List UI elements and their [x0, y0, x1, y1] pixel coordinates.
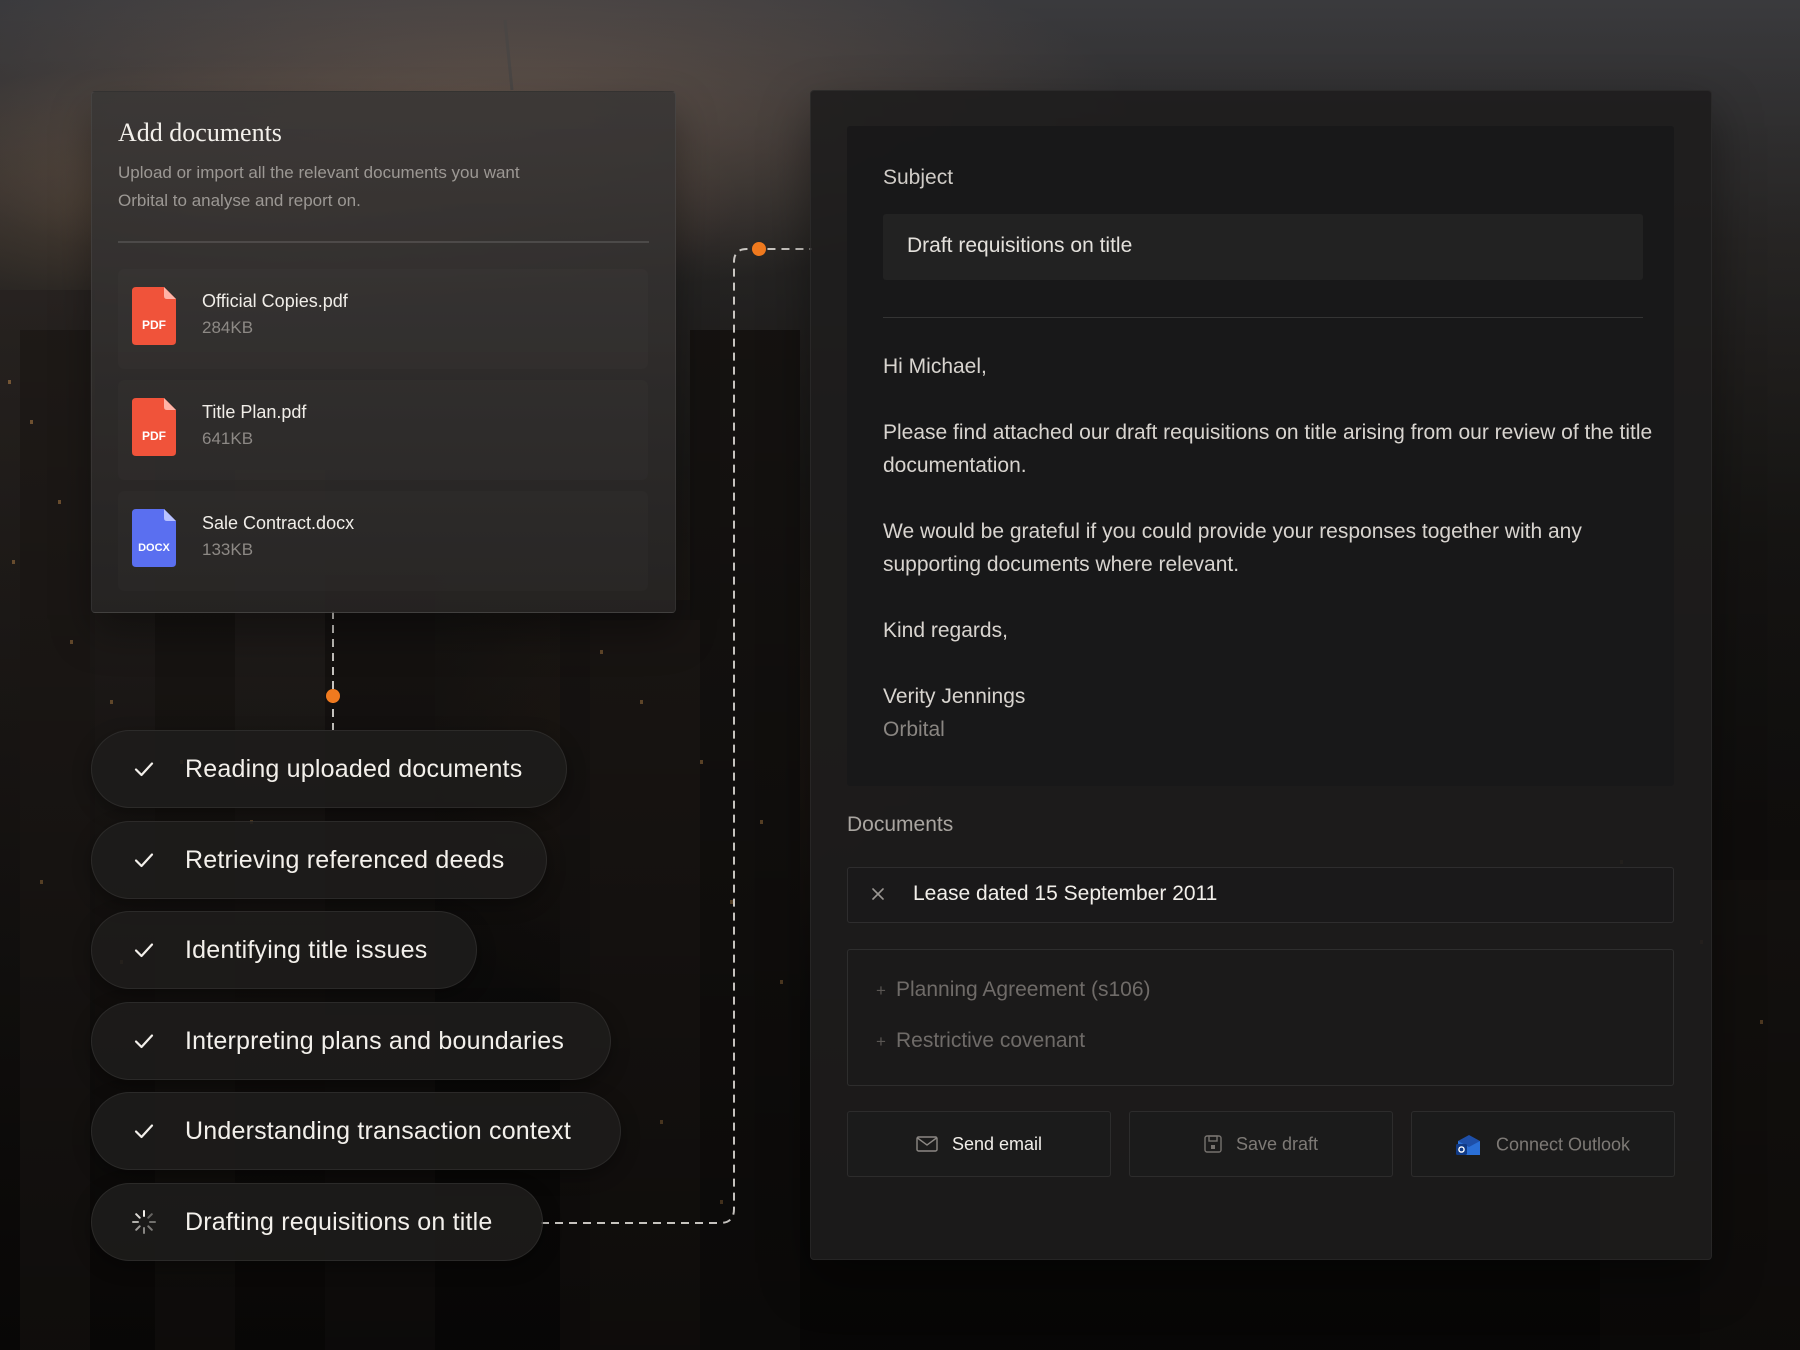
step-label: Interpreting plans and boundaries — [185, 1027, 565, 1055]
subject-value: Draft requisitions on title — [907, 234, 1133, 257]
add-document-option[interactable]: + Restrictive covenant — [876, 1029, 1085, 1053]
option-label: Planning Agreement (s106) — [896, 978, 1151, 1001]
add-document-option[interactable]: + Planning Agreement (s106) — [876, 978, 1151, 1002]
spinner-icon — [132, 1210, 156, 1234]
connect-outlook-button[interactable]: Connect Outlook — [1411, 1111, 1675, 1177]
file-size: 133KB — [202, 540, 254, 559]
step-transaction-context: Understanding transaction context — [91, 1092, 621, 1170]
save-draft-button[interactable]: Save draft — [1129, 1111, 1393, 1177]
step-label: Understanding transaction context — [185, 1117, 571, 1145]
step-identifying-issues: Identifying title issues — [91, 911, 477, 989]
file-name: Sale Contract.docx — [202, 513, 355, 533]
step-interpreting-plans: Interpreting plans and boundaries — [91, 1002, 611, 1080]
subject-input[interactable]: Draft requisitions on title — [883, 214, 1643, 280]
step-label: Identifying title issues — [185, 936, 428, 964]
email-draft-panel: Subject Draft requisitions on title Hi M… — [810, 90, 1712, 1260]
file-name: Title Plan.pdf — [202, 402, 307, 422]
file-name: Official Copies.pdf — [202, 291, 348, 311]
pdf-file-icon: PDF — [132, 287, 176, 345]
email-paragraph[interactable]: We would be grateful if you could provid… — [883, 515, 1658, 581]
add-documents-title: Add documents — [118, 118, 282, 147]
button-label: Connect Outlook — [1495, 1134, 1631, 1155]
file-type-label: PDF — [142, 429, 166, 443]
divider — [118, 241, 649, 243]
save-icon — [1204, 1135, 1222, 1153]
check-icon — [134, 853, 154, 868]
file-item[interactable]: PDF Title Plan.pdf 641KB — [118, 380, 648, 480]
file-type-label: PDF — [142, 318, 166, 332]
add-documents-subtitle: Upload or import all the relevant docume… — [118, 163, 520, 210]
step-label: Drafting requisitions on title — [185, 1208, 493, 1236]
email-signoff[interactable]: Kind regards, — [883, 614, 1658, 647]
connector-dot-left — [326, 689, 340, 703]
subject-label: Subject — [883, 166, 954, 189]
step-drafting-requisitions: Drafting requisitions on title — [91, 1183, 543, 1261]
selected-document-label: Lease dated 15 September 2011 — [913, 882, 1218, 905]
email-editor: Subject Draft requisitions on title Hi M… — [847, 126, 1674, 786]
file-item[interactable]: DOCX Sale Contract.docx 133KB — [118, 491, 648, 591]
documents-label: Documents — [847, 813, 954, 836]
docx-file-icon: DOCX — [132, 509, 176, 567]
step-label: Retrieving referenced deeds — [185, 846, 505, 874]
check-icon — [134, 1124, 154, 1139]
step-retrieving-deeds: Retrieving referenced deeds — [91, 821, 547, 899]
document-options-list: + Planning Agreement (s106) + Restrictive … — [847, 949, 1674, 1086]
file-item[interactable]: PDF Official Copies.pdf 284KB — [118, 269, 648, 369]
add-documents-panel: Add documents Upload or import all the r… — [91, 91, 676, 613]
button-label: Send email — [951, 1133, 1043, 1154]
email-greeting[interactable]: Hi Michael, — [883, 350, 1658, 383]
sender-company[interactable]: Orbital — [883, 713, 1658, 746]
file-type-label: DOCX — [138, 542, 170, 554]
check-icon — [134, 1034, 154, 1049]
send-email-button[interactable]: Send email — [847, 1111, 1111, 1177]
plus-icon: + — [876, 1032, 886, 1051]
step-label: Reading uploaded documents — [185, 755, 523, 783]
connector-dot-right — [752, 242, 766, 256]
check-icon — [134, 762, 154, 777]
file-size: 641KB — [202, 429, 254, 448]
sender-name[interactable]: Verity Jennings — [883, 680, 1658, 713]
email-paragraph[interactable]: Please find attached our draft requisiti… — [883, 416, 1658, 482]
selected-document-chip: Lease dated 15 September 2011 — [847, 867, 1674, 923]
option-label: Restrictive covenant — [896, 1029, 1086, 1052]
pdf-file-icon: PDF — [132, 398, 176, 456]
plus-icon: + — [876, 981, 886, 1000]
file-size: 284KB — [202, 318, 254, 337]
envelope-icon — [916, 1136, 938, 1152]
remove-icon[interactable] — [870, 886, 886, 902]
divider — [883, 317, 1643, 318]
step-reading-documents: Reading uploaded documents — [91, 730, 567, 808]
check-icon — [134, 943, 154, 958]
button-label: Save draft — [1235, 1133, 1319, 1154]
outlook-icon — [1455, 1135, 1480, 1155]
